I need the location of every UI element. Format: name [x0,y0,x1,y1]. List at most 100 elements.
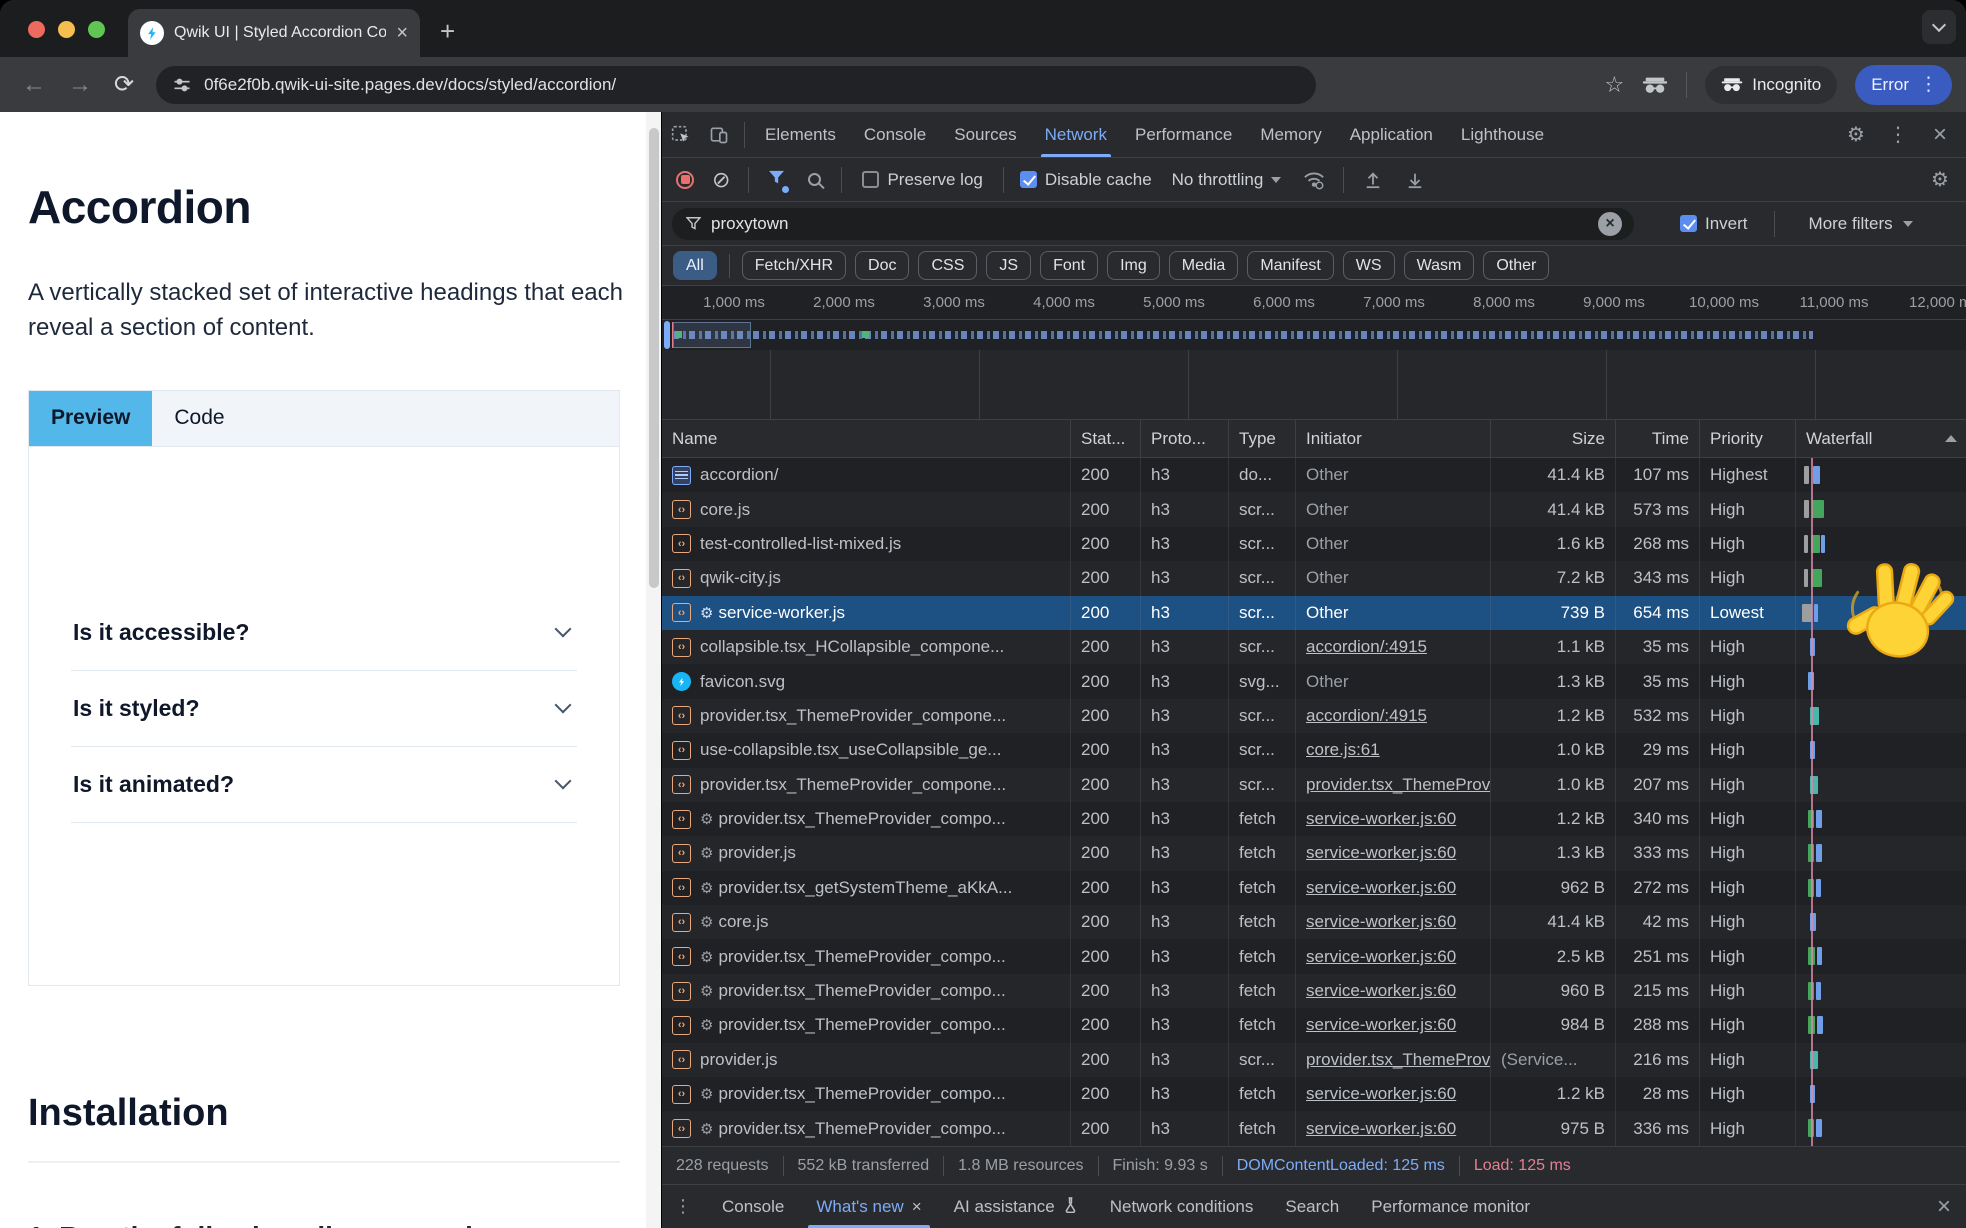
throttling-dropdown[interactable]: No throttling [1172,170,1282,190]
clear-network-log-icon[interactable]: ⊘ [712,167,730,193]
request-row[interactable]: ‹›provider.tsx_ThemeProvider_compone...2… [662,699,1966,733]
tab-close-icon[interactable]: × [396,23,408,43]
filter-chip-wasm[interactable]: Wasm [1404,251,1475,280]
request-row[interactable]: ‹›⚙service-worker.js200h3scr...Other739 … [662,596,1966,630]
filter-value[interactable]: proxytown [711,214,788,234]
column-header-initiator[interactable]: Initiator [1296,420,1491,457]
page-scrollbar[interactable] [646,112,661,1228]
devtools-tab-application[interactable]: Application [1336,112,1447,157]
invert-filter-checkbox[interactable]: Invert [1680,214,1748,234]
drawer-tab-search[interactable]: Search [1269,1185,1355,1228]
initiator-link[interactable]: core.js:61 [1306,740,1380,760]
preserve-log-checkbox[interactable]: Preserve log [862,170,982,190]
export-har-icon[interactable] [1396,163,1434,197]
column-header-stat[interactable]: Stat... [1071,420,1141,457]
request-row[interactable]: ‹›⚙provider.tsx_ThemeProvider_compo...20… [662,1077,1966,1111]
initiator-link[interactable]: service-worker.js:60 [1306,981,1456,1001]
zoom-window-button[interactable] [88,21,105,38]
devtools-tab-sources[interactable]: Sources [940,112,1030,157]
devtools-tab-elements[interactable]: Elements [751,112,850,157]
drawer-tab-network-conditions[interactable]: Network conditions [1094,1185,1270,1228]
close-window-button[interactable] [28,21,45,38]
bookmark-star-icon[interactable]: ☆ [1604,72,1624,98]
request-row[interactable]: ‹›⚙core.js200h3fetchservice-worker.js:60… [662,905,1966,939]
request-row[interactable]: ‹›⚙provider.tsx_ThemeProvider_compo...20… [662,802,1966,836]
request-row[interactable]: ‹›⚙provider.tsx_ThemeProvider_compo...20… [662,1008,1966,1042]
filter-chip-ws[interactable]: WS [1343,251,1395,280]
devtools-tab-network[interactable]: Network [1031,112,1121,157]
devtools-tab-memory[interactable]: Memory [1246,112,1335,157]
device-toolbar-icon[interactable] [700,118,738,152]
initiator-link[interactable]: service-worker.js:60 [1306,1015,1456,1035]
network-overview-timeline[interactable]: 1,000 ms2,000 ms3,000 ms4,000 ms5,000 ms… [662,286,1966,420]
checkbox-checked-icon[interactable] [1680,215,1697,232]
initiator-link[interactable]: accordion/:4915 [1306,637,1427,657]
back-button[interactable]: ← [22,71,46,99]
request-row[interactable]: favicon.svg200h3svg...Other1.3 kB35 msHi… [662,664,1966,698]
reload-button[interactable]: ⟳ [114,70,134,99]
devtools-tab-performance[interactable]: Performance [1121,112,1246,157]
initiator-link[interactable]: accordion/:4915 [1306,706,1427,726]
request-row[interactable]: ‹›⚙provider.tsx_ThemeProvider_compo...20… [662,974,1966,1008]
initiator-link[interactable]: provider.tsx_ThemeProvider [1306,1050,1491,1070]
network-conditions-icon[interactable] [1295,163,1333,197]
column-header-time[interactable]: Time [1616,420,1700,457]
close-tab-icon[interactable]: × [912,1197,922,1217]
accordion-item[interactable]: Is it accessible? [71,595,577,671]
timeline-selection-handle[interactable] [664,321,670,349]
inspect-element-icon[interactable] [662,118,700,152]
devtools-settings-icon[interactable]: ⚙ [1837,118,1875,152]
request-row[interactable]: ‹›use-collapsible.tsx_useCollapsible_ge.… [662,733,1966,767]
drawer-close-icon[interactable]: × [1937,1193,1966,1221]
request-row[interactable]: ‹›test-controlled-list-mixed.js200h3scr.… [662,527,1966,561]
filter-chip-img[interactable]: Img [1107,251,1160,280]
macos-traffic-lights[interactable] [28,21,105,38]
initiator-link[interactable]: service-worker.js:60 [1306,809,1456,829]
accordion-item[interactable]: Is it animated? [71,747,577,823]
filter-chip-all[interactable]: All [673,251,717,280]
tab-preview[interactable]: Preview [29,391,152,446]
request-row[interactable]: ‹›qwik-city.js200h3scr...Other7.2 kB343 … [662,561,1966,595]
request-row[interactable]: ‹›collapsible.tsx_HCollapsible_compone..… [662,630,1966,664]
column-header-type[interactable]: Type [1229,420,1296,457]
filter-chip-css[interactable]: CSS [918,251,977,280]
request-row[interactable]: ‹›⚙provider.tsx_ThemeProvider_compo...20… [662,939,1966,973]
devtools-tab-lighthouse[interactable]: Lighthouse [1447,112,1558,157]
filter-chip-font[interactable]: Font [1040,251,1098,280]
column-header-proto[interactable]: Proto... [1141,420,1229,457]
drawer-kebab-icon[interactable]: ⋮ [662,1196,706,1217]
filter-chip-media[interactable]: Media [1169,251,1239,280]
request-row[interactable]: ‹›⚙provider.js200h3fetchservice-worker.j… [662,836,1966,870]
filter-funnel-icon[interactable] [768,170,785,190]
request-row[interactable]: ‹›⚙provider.tsx_ThemeProvider_compo...20… [662,1111,1966,1145]
network-settings-gear-icon[interactable]: ⚙ [1921,163,1959,197]
column-header-size[interactable]: Size [1491,420,1616,457]
filter-input[interactable]: proxytown [672,208,1634,240]
tab-search-button[interactable] [1922,10,1956,44]
initiator-link[interactable]: service-worker.js:60 [1306,912,1456,932]
initiator-link[interactable]: service-worker.js:60 [1306,843,1456,863]
initiator-link[interactable]: service-worker.js:60 [1306,947,1456,967]
column-header-priority[interactable]: Priority [1700,420,1796,457]
drawer-tab-console[interactable]: Console [706,1185,800,1228]
request-row[interactable]: ‹›provider.js200h3scr...provider.tsx_The… [662,1043,1966,1077]
timeline-selection-region[interactable] [673,322,751,348]
accordion-item[interactable]: Is it styled? [71,671,577,747]
record-network-log-button[interactable] [676,171,694,189]
clear-filter-icon[interactable]: × [1598,212,1622,236]
devtools-close-icon[interactable]: × [1921,118,1959,152]
incognito-icon[interactable] [1642,75,1668,95]
checkbox-unchecked-icon[interactable] [862,171,879,188]
site-settings-icon[interactable] [172,75,192,95]
initiator-link[interactable]: provider.tsx_ThemeProvider [1306,775,1491,795]
import-har-icon[interactable] [1354,163,1392,197]
initiator-link[interactable]: service-worker.js:60 [1306,1084,1456,1104]
search-network-icon[interactable] [808,173,821,186]
request-row[interactable]: ‹›provider.tsx_ThemeProvider_compone...2… [662,768,1966,802]
devtools-kebab-icon[interactable]: ⋮ [1879,118,1917,152]
timeline-activity-band[interactable] [662,320,1966,350]
address-bar[interactable]: 0f6e2f0b.qwik-ui-site.pages.dev/docs/sty… [156,66,1316,104]
checkbox-checked-icon[interactable] [1020,171,1037,188]
column-header-waterfall[interactable]: Waterfall [1796,420,1966,457]
filter-chip-manifest[interactable]: Manifest [1247,251,1333,280]
